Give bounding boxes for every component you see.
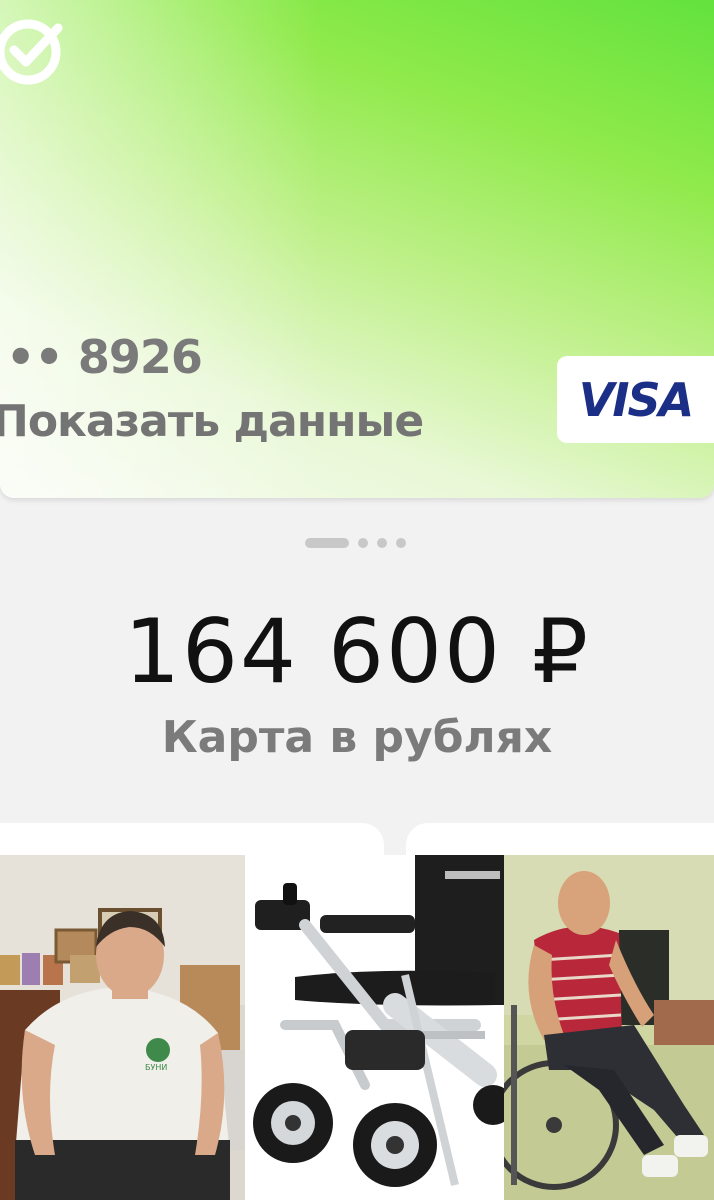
man-in-wheelchair-photo: БУНИ [0, 855, 245, 1200]
elderly-man-in-wheelchair-photo [504, 855, 714, 1200]
visa-logo: VISA [578, 372, 694, 427]
carousel-pager [305, 538, 406, 548]
card-number: •• 8926 [6, 330, 203, 384]
photo-strip: БУНИ [0, 855, 714, 1200]
pager-dot[interactable] [358, 538, 368, 548]
pager-dot-active[interactable] [305, 538, 349, 548]
bank-card[interactable]: •• 8926 Показать данные VISA [0, 0, 714, 498]
show-card-details-link[interactable]: Показать данные [0, 396, 424, 447]
pager-dot[interactable] [396, 538, 406, 548]
svg-text:БУНИ: БУНИ [145, 1063, 167, 1072]
pager-dot[interactable] [377, 538, 387, 548]
account-balance: 164 600 ₽ [124, 600, 590, 703]
electric-wheelchair-photo [245, 855, 504, 1200]
visa-badge: VISA [557, 356, 714, 443]
sber-logo-icon [0, 19, 63, 85]
account-type-label: Карта в рублях [161, 712, 553, 763]
